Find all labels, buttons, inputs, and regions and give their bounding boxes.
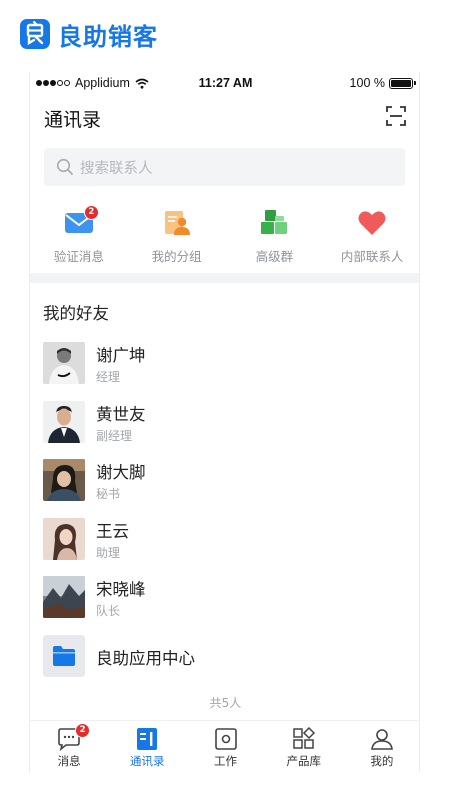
quick-action-my-groups[interactable]: 我的分组	[128, 202, 226, 272]
battery-icon	[389, 78, 416, 89]
friend-role: 队长	[96, 604, 121, 619]
quick-actions: 2 验证消息 我的分组 高级群 内部联系人	[30, 202, 419, 272]
app-center-label: 良助应用中心	[96, 649, 195, 668]
tab-contacts[interactable]: 通讯录	[108, 721, 186, 772]
friend-role: 助理	[96, 545, 121, 560]
friend-item[interactable]: 宋晓峰 队长	[30, 572, 419, 631]
mail-icon: 2	[64, 205, 99, 238]
friend-name: 谢大脚	[96, 463, 146, 483]
section-divider	[30, 273, 419, 283]
heart-icon	[357, 208, 387, 238]
search-input[interactable]: 搜索联系人	[44, 148, 405, 186]
title-bar: 通讯录	[30, 100, 419, 134]
advanced-group-icon	[259, 208, 289, 238]
avatar	[43, 342, 85, 384]
quick-action-advanced-group[interactable]: 高级群	[226, 202, 324, 272]
group-icon	[162, 208, 192, 238]
friend-role: 副经理	[96, 428, 133, 443]
friend-item[interactable]: 王云 助理	[30, 514, 419, 573]
message-icon: 2	[57, 723, 91, 752]
phone-screen: Applidium 11:27 AM 100 % 通讯录 搜索联系人 2 验证消…	[29, 72, 420, 772]
friend-name: 王云	[96, 521, 129, 541]
quick-action-label: 高级群	[255, 249, 294, 264]
tab-work[interactable]: 工作	[186, 721, 264, 772]
friend-name: 谢广坤	[96, 346, 146, 365]
avatar	[43, 400, 85, 443]
quick-action-label: 内部联系人	[340, 249, 404, 264]
search-placeholder: 搜索联系人	[80, 160, 153, 177]
friend-item[interactable]: 谢广坤 经理	[30, 338, 419, 397]
brand-name: 良助销客	[58, 22, 158, 51]
bottom-tab-bar: 2 消息 通讯录 工作 产品库 我的	[30, 720, 419, 772]
scan-icon[interactable]	[385, 105, 407, 127]
contacts-icon	[135, 727, 159, 751]
friend-role: 秘书	[96, 487, 121, 502]
verify-messages-badge: 2	[83, 205, 99, 220]
tab-messages[interactable]: 2 消息	[30, 721, 108, 772]
friend-name: 黄世友	[96, 404, 146, 424]
battery-percentage: 100 %	[349, 76, 385, 90]
quick-action-label: 验证消息	[53, 249, 104, 264]
avatar	[43, 517, 85, 560]
work-icon	[214, 727, 238, 751]
page-title: 通讯录	[44, 109, 102, 131]
friends-list: 谢广坤 经理 黄世友 副经理 谢大脚 秘书 王云 助理 宋晓峰 队长	[30, 338, 419, 631]
product-icon	[292, 726, 316, 751]
status-bar: Applidium 11:27 AM 100 %	[30, 72, 419, 96]
brand-logo-icon	[20, 19, 50, 49]
friends-count: 共5人	[209, 696, 242, 710]
tab-label: 产品库	[286, 754, 321, 768]
friend-role: 经理	[96, 370, 121, 384]
friend-item[interactable]: 谢大脚 秘书	[30, 455, 419, 514]
friend-name: 宋晓峰	[96, 580, 146, 600]
quick-action-label: 我的分组	[151, 249, 202, 264]
tab-label: 通讯录	[130, 754, 165, 768]
friends-section-title: 我的好友	[43, 304, 109, 323]
quick-action-internal-contacts[interactable]: 内部联系人	[323, 202, 419, 272]
brand-header: 良助销客	[20, 18, 158, 51]
avatar	[43, 459, 85, 502]
search-icon	[56, 158, 73, 175]
avatar	[43, 576, 85, 619]
tab-label: 工作	[214, 754, 237, 768]
tab-products[interactable]: 产品库	[265, 721, 343, 772]
folder-icon	[43, 635, 85, 677]
messages-badge: 2	[75, 723, 91, 738]
tab-label: 我的	[370, 754, 394, 768]
quick-action-verify-messages[interactable]: 2 验证消息	[30, 202, 128, 272]
friend-item[interactable]: 黄世友 副经理	[30, 397, 419, 456]
profile-icon	[370, 727, 394, 751]
tab-label: 消息	[57, 754, 81, 768]
tab-profile[interactable]: 我的	[343, 721, 419, 772]
app-center-item[interactable]: 良助应用中心	[30, 631, 419, 681]
